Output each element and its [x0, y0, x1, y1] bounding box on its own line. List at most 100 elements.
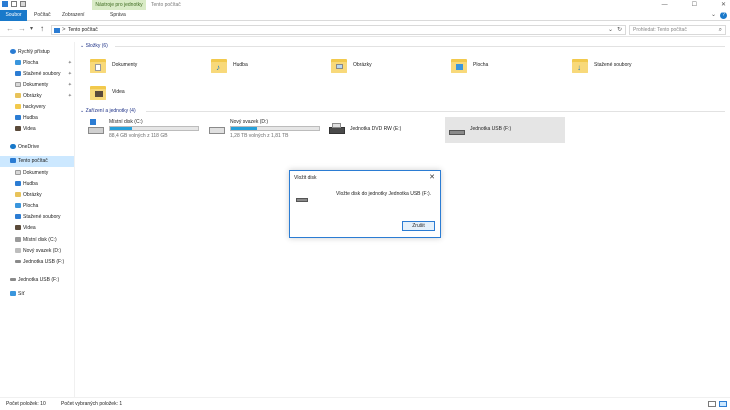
drive-name: Místní disk (C:) — [109, 119, 143, 125]
sidebar-item-music[interactable]: Hudba — [15, 113, 38, 124]
drives-group-header[interactable]: ⌄ Zařízení a jednotky (4) — [80, 107, 136, 115]
sidebar-item-quick-access[interactable]: Rychlý přístup — [10, 47, 50, 58]
sidebar-item-hackyvery[interactable]: hackyvery — [15, 102, 46, 113]
folder-documents[interactable]: Dokumenty — [84, 54, 204, 78]
downloads-folder-icon: ↓ — [572, 56, 588, 74]
sidebar-item-pc-pictures[interactable]: Obrázky — [15, 190, 42, 201]
search-input[interactable]: Prohledat: Tento počítač ⌕ — [629, 25, 726, 35]
insert-disk-dialog: Vložit disk ✕ Vložte disk do jednotky Je… — [289, 170, 441, 238]
search-placeholder: Prohledat: Tento počítač — [633, 27, 687, 33]
breadcrumb-separator[interactable]: > — [62, 26, 66, 35]
folder-label: Plocha — [473, 62, 489, 68]
large-icons-view-icon[interactable] — [719, 401, 727, 407]
minimize-button[interactable]: — — [662, 0, 668, 10]
drive-icon — [209, 125, 225, 135]
sidebar-item-pc-documents[interactable]: Dokumenty — [15, 168, 48, 179]
music-icon — [15, 181, 21, 187]
pin-icon[interactable]: ✦ — [68, 91, 72, 102]
download-icon — [15, 71, 21, 77]
sidebar-item-documents[interactable]: Dokumenty ✦ — [15, 80, 75, 91]
sidebar-item-pc-downloads[interactable]: Stažené soubory — [15, 212, 61, 223]
ribbon-tabs: Soubor Počítač Zobrazení Správa ⌄ ? — [0, 10, 730, 21]
drive-volume-d[interactable]: Nový svazek (D:) 1,28 TB volných z 1,81 … — [205, 117, 325, 147]
document-icon — [15, 82, 21, 88]
star-icon — [10, 49, 16, 55]
folder-desktop[interactable]: Plocha — [445, 54, 565, 78]
folder-videos[interactable]: Videa — [84, 81, 204, 105]
tab-manage[interactable]: Správa — [106, 10, 130, 21]
dialog-close-button[interactable]: ✕ — [429, 173, 435, 181]
refresh-icon[interactable]: ↻ — [617, 26, 622, 35]
sidebar-item-pc-music[interactable]: Hudba — [15, 179, 38, 190]
status-item-count: Počet položek: 10 — [6, 401, 46, 407]
drive-name: Jednotka DVD RW (E:) — [350, 126, 402, 132]
folder-label: Obrázky — [353, 62, 372, 68]
download-icon — [15, 214, 21, 220]
sidebar-item-network[interactable]: Síť — [10, 289, 25, 300]
window-title: Tento počítač — [151, 2, 181, 8]
pin-icon[interactable]: ✦ — [68, 69, 72, 80]
new-folder-icon[interactable] — [20, 1, 26, 7]
sidebar-item-volume-d[interactable]: Nový svazek (D:) — [15, 246, 61, 257]
sidebar-item-onedrive[interactable]: OneDrive — [10, 142, 39, 153]
pin-icon[interactable]: ✦ — [68, 58, 72, 69]
folder-music[interactable]: ♪ Hudba — [205, 54, 325, 78]
sidebar-item-downloads[interactable]: Stažené soubory ✦ — [15, 69, 75, 80]
pin-icon[interactable]: ✦ — [68, 80, 72, 91]
sidebar-item-local-disk-c[interactable]: Místní disk (C:) — [15, 235, 57, 246]
sidebar-item-videos[interactable]: Videa — [15, 124, 36, 135]
chevron-down-icon[interactable]: ⌄ — [711, 11, 716, 18]
address-dropdown-icon[interactable]: ⌄ — [608, 26, 613, 35]
maximize-button[interactable]: ☐ — [692, 0, 697, 10]
close-button[interactable]: ✕ — [721, 0, 726, 10]
usb-drive-icon — [10, 278, 16, 282]
details-view-icon[interactable] — [708, 401, 716, 407]
folder-downloads[interactable]: ↓ Stažené soubory — [566, 54, 686, 78]
address-bar[interactable]: > Tento počítač ⌄ ↻ — [51, 25, 626, 35]
usb-drive-icon — [449, 125, 465, 135]
pictures-folder-icon — [331, 56, 347, 74]
sidebar-item-desktop[interactable]: Plocha ✦ — [15, 58, 75, 69]
back-button[interactable]: ← — [6, 24, 14, 34]
sidebar-item-pc-desktop[interactable]: Plocha — [15, 201, 38, 212]
folder-label: Dokumenty — [112, 62, 138, 68]
drive-usb-f[interactable]: Jednotka USB (F:) — [445, 117, 565, 143]
folder-label: Stažené soubory — [594, 62, 632, 68]
ribbon-context-label[interactable]: Nástroje pro jednotky — [92, 0, 146, 10]
folder-icon — [15, 104, 21, 110]
tab-computer[interactable]: Počítač — [30, 10, 55, 21]
tab-file[interactable]: Soubor — [0, 10, 27, 21]
sidebar-item-pictures[interactable]: Obrázky ✦ — [15, 91, 75, 102]
cancel-button[interactable]: Zrušit — [402, 221, 435, 231]
help-icon[interactable]: ? — [720, 12, 727, 19]
video-icon — [15, 126, 21, 132]
drive-icon — [15, 248, 21, 254]
explorer-app-icon[interactable] — [2, 1, 8, 7]
tab-view[interactable]: Zobrazení — [58, 10, 89, 21]
picture-icon — [15, 93, 21, 99]
drive-dvd-e[interactable]: Jednotka DVD RW (E:) — [325, 117, 445, 147]
search-icon[interactable]: ⌕ — [719, 26, 722, 35]
up-button[interactable]: ↑ — [40, 24, 44, 34]
sidebar-item-usb-f[interactable]: Jednotka USB (F:) — [10, 275, 59, 286]
music-folder-icon: ♪ — [211, 56, 227, 74]
video-icon — [15, 225, 21, 231]
group-divider — [146, 111, 725, 112]
drive-usage-bar — [230, 126, 320, 131]
drive-free-space: 1,28 TB volných z 1,81 TB — [230, 133, 289, 139]
breadcrumb[interactable]: Tento počítač — [68, 26, 98, 35]
title-bar: Nástroje pro jednotky Tento počítač — ☐ … — [0, 0, 730, 10]
forward-button[interactable]: → — [18, 24, 26, 34]
folders-group-header[interactable]: ⌄ Složky (6) — [80, 42, 108, 50]
properties-icon[interactable] — [11, 1, 17, 7]
folder-pictures[interactable]: Obrázky — [325, 54, 445, 78]
sidebar-item-this-pc[interactable]: Tento počítač — [0, 156, 74, 167]
drive-name: Jednotka USB (F:) — [470, 126, 512, 132]
windows-drive-icon — [88, 119, 104, 135]
sidebar-item-pc-videos[interactable]: Videa — [15, 223, 36, 234]
sidebar-item-usb-f-child[interactable]: Jednotka USB (F:) — [15, 257, 64, 268]
drive-local-disk-c[interactable]: Místní disk (C:) 88,4 GB volných z 118 G… — [84, 117, 204, 147]
usb-drive-icon — [15, 260, 21, 264]
recent-locations-button[interactable]: ▾ — [30, 24, 33, 34]
drive-name: Nový svazek (D:) — [230, 119, 269, 125]
